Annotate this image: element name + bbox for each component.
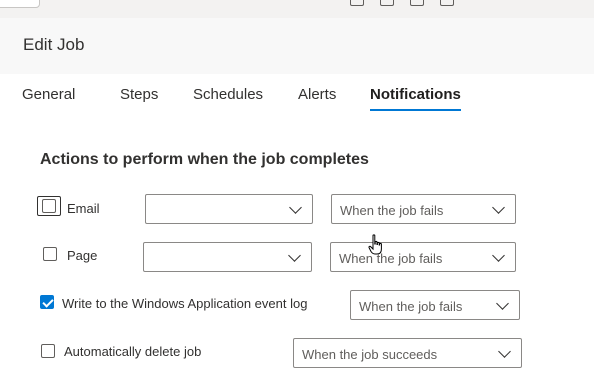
dialog-header: Edit Job (0, 18, 594, 74)
section-title: Actions to perform when the job complete… (40, 151, 369, 168)
active-tab-indicator (370, 109, 461, 111)
chevron-down-icon (289, 201, 302, 214)
chevron-down-icon (492, 201, 505, 214)
email-operator-dropdown[interactable] (145, 194, 313, 224)
delete-label: Automatically delete job (64, 344, 202, 359)
eventlog-checkbox[interactable] (40, 295, 54, 309)
toolbar-icon[interactable] (440, 0, 454, 6)
chevron-down-icon (496, 297, 509, 310)
tab-alerts[interactable]: Alerts (298, 86, 336, 103)
page-condition-dropdown[interactable]: When the job fails (330, 242, 516, 272)
delete-condition-value: When the job succeeds (302, 347, 438, 362)
email-condition-value: When the job fails (340, 203, 444, 218)
page-checkbox[interactable] (43, 247, 57, 261)
tab-general[interactable]: General (22, 86, 75, 103)
email-checkbox[interactable] (42, 199, 56, 213)
toolbar-icon[interactable] (350, 0, 364, 6)
eventlog-condition-value: When the job fails (359, 299, 463, 314)
page-condition-value: When the job fails (339, 251, 443, 266)
delete-condition-dropdown[interactable]: When the job succeeds (293, 338, 522, 368)
window-tab-stub[interactable] (0, 0, 40, 8)
page-operator-dropdown[interactable] (143, 242, 312, 272)
toolbar-icon[interactable] (410, 0, 424, 6)
tab-bar: General Steps Schedules Alerts Notificat… (0, 74, 594, 112)
tab-steps[interactable]: Steps (120, 86, 158, 103)
email-condition-dropdown[interactable]: When the job fails (331, 194, 516, 224)
eventlog-condition-dropdown[interactable]: When the job fails (350, 290, 520, 320)
chevron-down-icon (288, 249, 301, 262)
hand-pointer-icon (368, 234, 382, 255)
tab-schedules[interactable]: Schedules (193, 86, 263, 103)
delete-checkbox[interactable] (41, 344, 55, 358)
email-label: Email (67, 201, 100, 216)
page-label: Page (67, 248, 98, 263)
tab-notifications[interactable]: Notifications (370, 86, 461, 103)
chevron-down-icon (492, 249, 505, 262)
chevron-down-icon (498, 345, 511, 358)
top-toolbar-strip (0, 0, 594, 18)
page-title: Edit Job (23, 35, 85, 54)
eventlog-label: Write to the Windows Application event l… (62, 296, 308, 311)
toolbar-icon[interactable] (380, 0, 394, 6)
